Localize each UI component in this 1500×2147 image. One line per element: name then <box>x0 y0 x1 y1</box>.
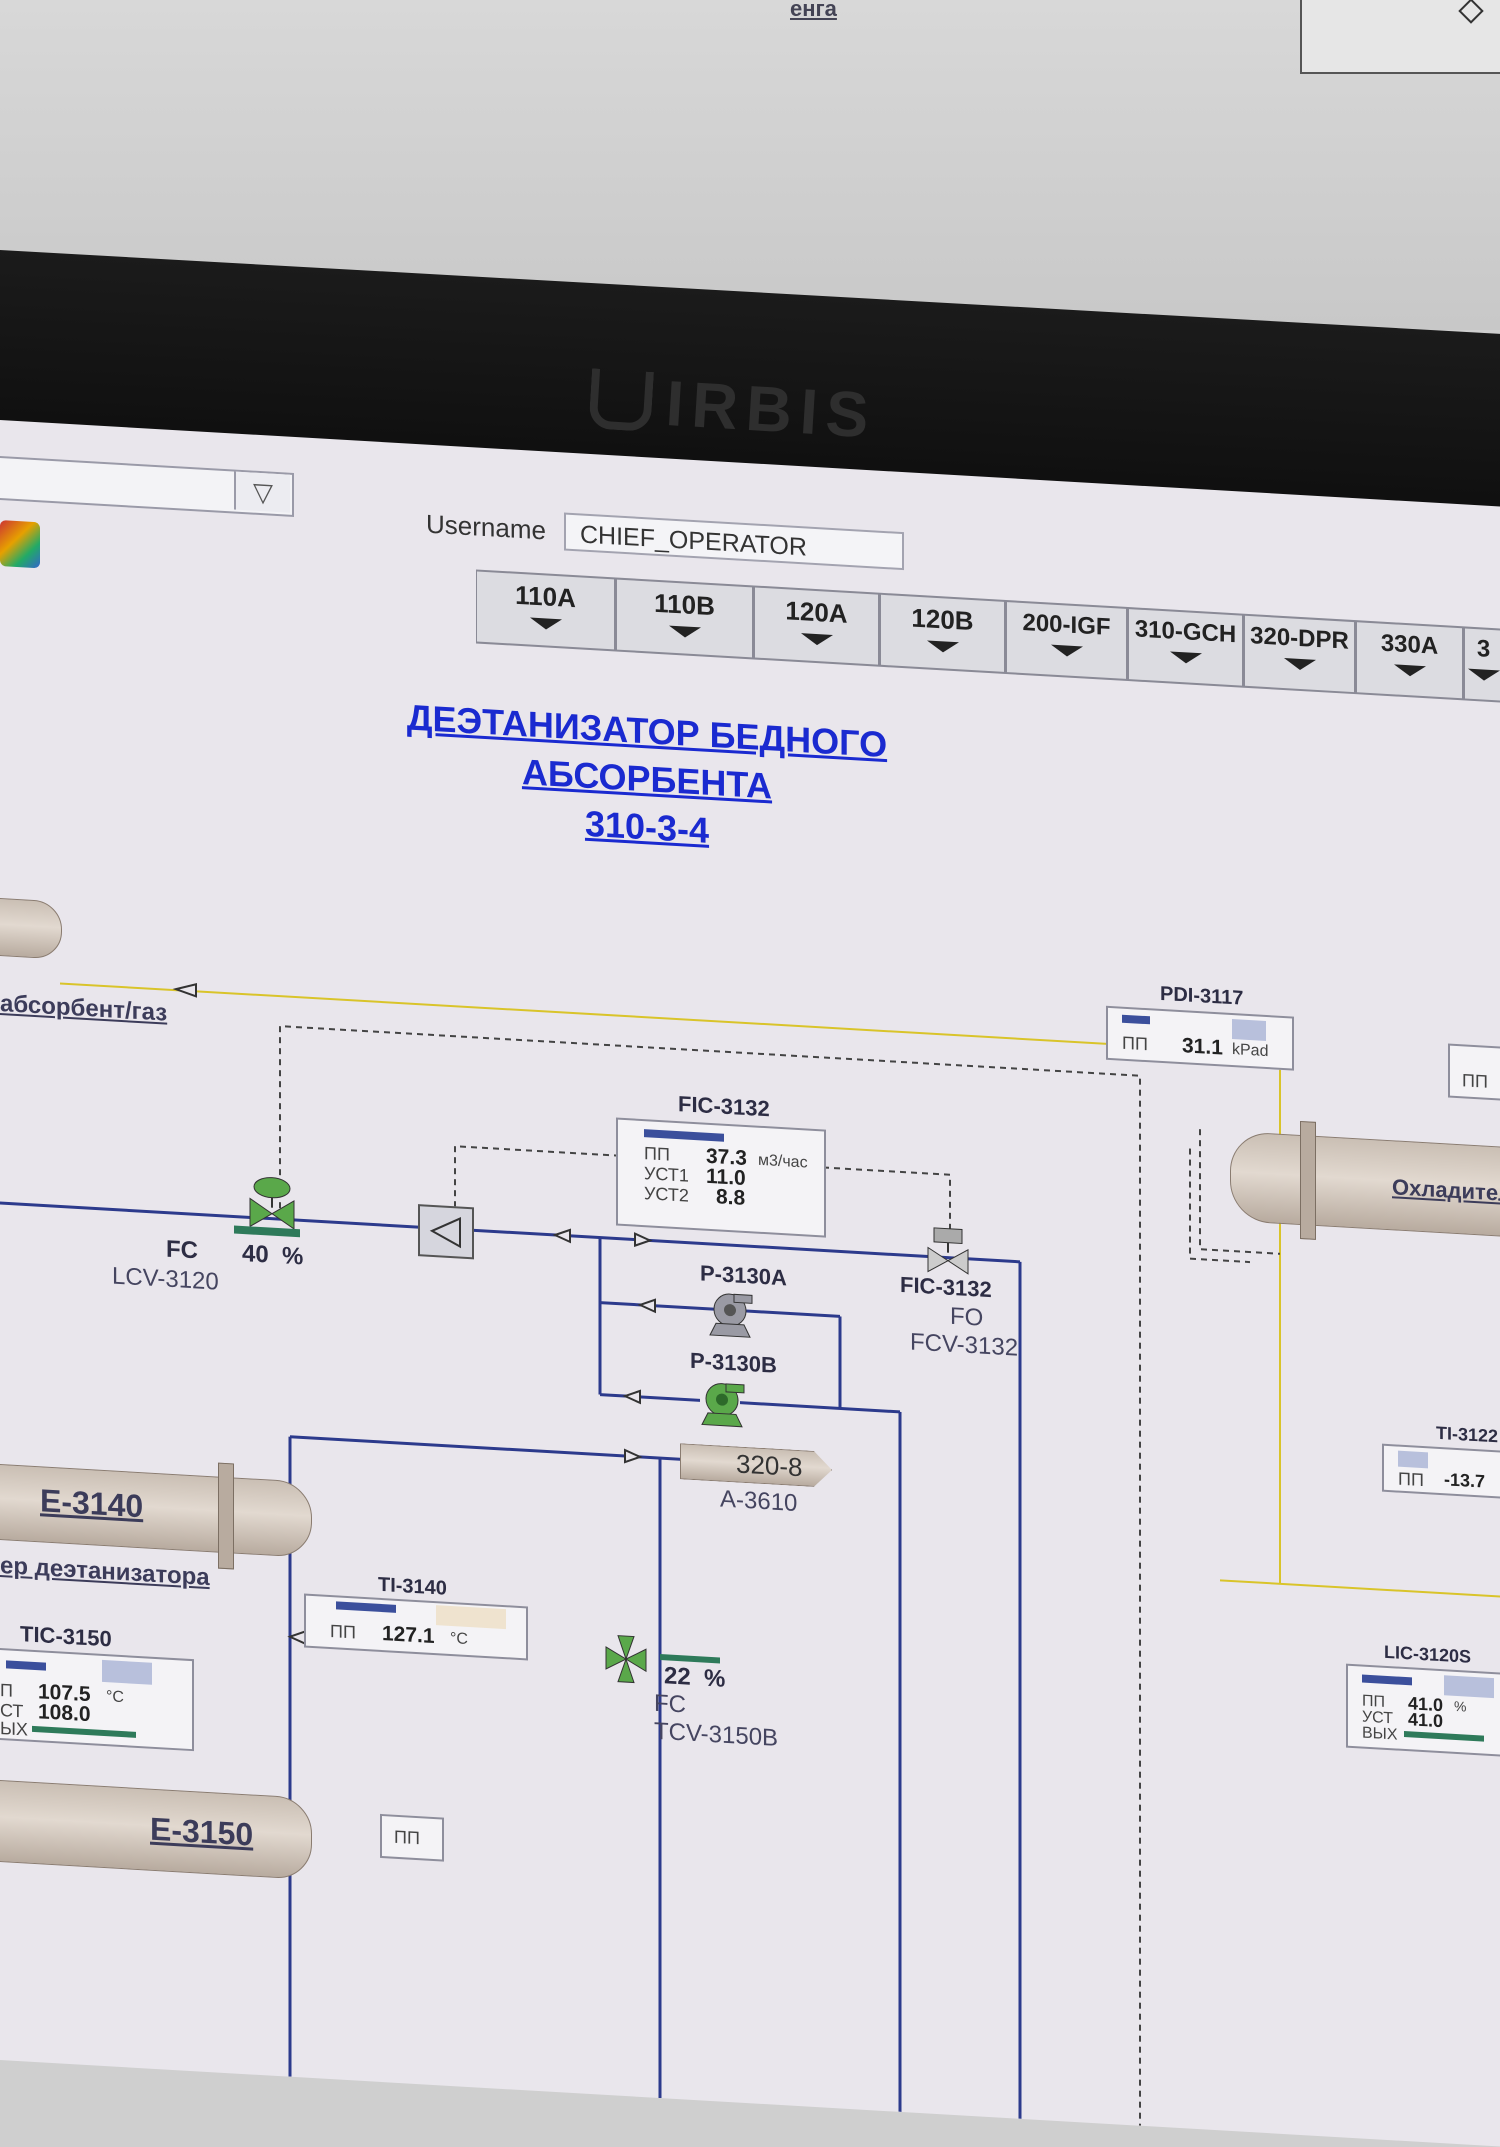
tic-3150-tag[interactable]: TIC-3150 <box>20 1621 112 1652</box>
p-3130b-label: P-3130B <box>690 1347 777 1378</box>
lic-3120s-sp: 41.0 <box>1408 1709 1444 1732</box>
lcv-3120-output: 40 % <box>242 1239 304 1271</box>
fic-3132-pv-bar <box>644 1129 724 1142</box>
fic-3132-faceplate[interactable]: ПП 37.3 м3/час УСТ1 11.0 УСТ2 8.8 <box>616 1117 826 1238</box>
e-3140-flange <box>218 1462 234 1570</box>
lic-3120s-faceplate[interactable]: ПП 41.0 % УСТ 41.0 ВЫХ <box>1346 1663 1500 1758</box>
tcv-3150b-mode: FC <box>654 1689 686 1719</box>
pdi-3117-faceplate[interactable]: ПП 31.1 kPad <box>1106 1005 1294 1071</box>
e-3150-link[interactable]: E-3150 <box>150 1811 253 1854</box>
fic-3132-tag[interactable]: FIC-3132 <box>678 1091 770 1122</box>
fcv-3132-valve-icon[interactable] <box>926 1225 970 1276</box>
scada-screen: ▽ Username CHIEF_OPERATOR 110A 110B 120A… <box>0 420 1500 2147</box>
wall-caption: енга <box>790 0 837 21</box>
e-3140-link[interactable]: E-3140 <box>40 1482 143 1525</box>
cooler-flange <box>1300 1120 1316 1240</box>
bottom-instrument-stub[interactable]: ПП <box>380 1813 444 1862</box>
p-3130b-pump-icon[interactable] <box>700 1378 748 1429</box>
fcv-3132-mode: FO <box>950 1302 984 1332</box>
tcv-3150b-valve-icon[interactable] <box>604 1633 654 1686</box>
lcv-3120-mode: FC <box>166 1235 198 1265</box>
ti-3122-faceplate[interactable]: ПП -13.7 <box>1382 1443 1500 1500</box>
line-lcv-feed <box>0 1201 420 1229</box>
tcv-3150b-output: 22 % <box>664 1662 726 1693</box>
ti-3122-pv: -13.7 <box>1444 1469 1486 1492</box>
ti-3140-tag[interactable]: TI-3140 <box>378 1574 447 1601</box>
tic-3150-output-bar <box>32 1725 136 1738</box>
tic-3150-faceplate[interactable]: П 107.5 °C СТ 108.0 ЫХ <box>0 1647 194 1752</box>
brand-mark-icon <box>588 368 654 432</box>
pdi-3117-tag[interactable]: PDI-3117 <box>1160 983 1243 1011</box>
lic-3120s-output-bar <box>1404 1730 1484 1742</box>
fic-3132-sp2: 8.8 <box>716 1185 746 1210</box>
a-3610-link-tag: 320-8 <box>736 1448 803 1483</box>
filter-icon[interactable] <box>418 1204 474 1260</box>
tic-3150-sp: 108.0 <box>38 1700 91 1727</box>
pdi-3117-pv: 31.1 <box>1182 1034 1223 1060</box>
p-3130a-label: P-3130A <box>700 1260 787 1291</box>
fcv-3132-loop: FIC-3132 <box>900 1271 992 1303</box>
wall-document <box>1300 0 1500 74</box>
right-instrument-stub[interactable]: ПП <box>1448 1043 1500 1102</box>
p-3130a-pump-icon[interactable] <box>708 1289 756 1340</box>
ti-3122-tag[interactable]: TI-3122 <box>1436 1423 1498 1448</box>
a-3610-label: A-3610 <box>720 1485 798 1517</box>
ti-3140-pv: 127.1 <box>382 1622 435 1649</box>
lcv-3120-valve-icon[interactable] <box>248 1174 296 1230</box>
